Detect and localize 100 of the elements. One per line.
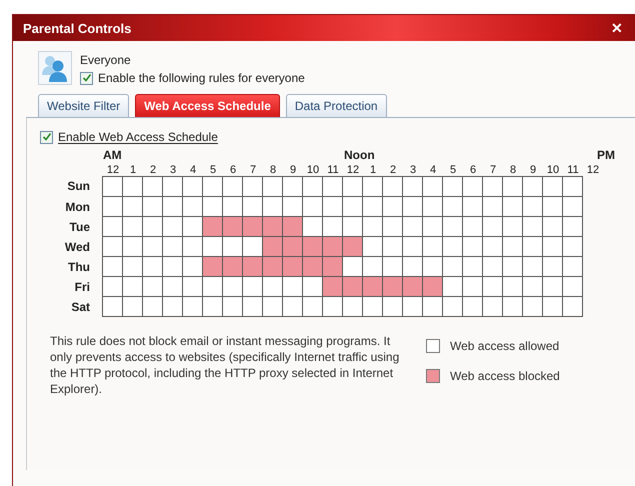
- schedule-cell[interactable]: [463, 237, 483, 257]
- checkbox[interactable]: [80, 72, 93, 84]
- schedule-cell[interactable]: [163, 277, 183, 297]
- tab[interactable]: Data Protection: [286, 94, 387, 117]
- schedule-cell[interactable]: [343, 257, 363, 277]
- schedule-cell[interactable]: [543, 177, 563, 197]
- schedule-cell[interactable]: [323, 197, 343, 217]
- schedule-cell[interactable]: [163, 297, 183, 317]
- schedule-cell[interactable]: [483, 277, 503, 297]
- schedule-cell[interactable]: [283, 257, 303, 277]
- schedule-cell[interactable]: [223, 237, 243, 257]
- schedule-cell[interactable]: [283, 177, 303, 197]
- schedule-cell[interactable]: [323, 237, 343, 257]
- schedule-cell[interactable]: [443, 217, 463, 237]
- tab[interactable]: Website Filter: [38, 94, 130, 117]
- schedule-cell[interactable]: [483, 197, 503, 217]
- schedule-cell[interactable]: [283, 197, 303, 217]
- schedule-cell[interactable]: [463, 197, 483, 217]
- schedule-cell[interactable]: [203, 297, 223, 317]
- schedule-cell[interactable]: [363, 237, 383, 257]
- schedule-cell[interactable]: [463, 257, 483, 277]
- schedule-cell[interactable]: [263, 177, 283, 197]
- schedule-cell[interactable]: [423, 217, 443, 237]
- schedule-cell[interactable]: [323, 297, 343, 317]
- schedule-cell[interactable]: [403, 217, 423, 237]
- schedule-cell[interactable]: [183, 177, 203, 197]
- schedule-cell[interactable]: [103, 277, 123, 297]
- schedule-cell[interactable]: [383, 257, 403, 277]
- schedule-cell[interactable]: [283, 277, 303, 297]
- schedule-cell[interactable]: [303, 297, 323, 317]
- schedule-cell[interactable]: [503, 177, 523, 197]
- schedule-cell[interactable]: [163, 217, 183, 237]
- schedule-cell[interactable]: [523, 257, 543, 277]
- schedule-cell[interactable]: [343, 177, 363, 197]
- schedule-cell[interactable]: [123, 257, 143, 277]
- schedule-cell[interactable]: [503, 197, 523, 217]
- schedule-cell[interactable]: [163, 237, 183, 257]
- schedule-cell[interactable]: [103, 257, 123, 277]
- schedule-cell[interactable]: [383, 217, 403, 237]
- schedule-cell[interactable]: [103, 217, 123, 237]
- schedule-cell[interactable]: [443, 257, 463, 277]
- schedule-cell[interactable]: [443, 277, 463, 297]
- schedule-cell[interactable]: [203, 197, 223, 217]
- schedule-cell[interactable]: [483, 257, 503, 277]
- schedule-cell[interactable]: [223, 197, 243, 217]
- schedule-cell[interactable]: [563, 197, 583, 217]
- schedule-cell[interactable]: [243, 237, 263, 257]
- schedule-cell[interactable]: [243, 177, 263, 197]
- schedule-cell[interactable]: [563, 237, 583, 257]
- schedule-cell[interactable]: [543, 277, 563, 297]
- schedule-cell[interactable]: [203, 177, 223, 197]
- schedule-cell[interactable]: [143, 177, 163, 197]
- schedule-cell[interactable]: [303, 277, 323, 297]
- schedule-cell[interactable]: [443, 197, 463, 217]
- schedule-cell[interactable]: [123, 237, 143, 257]
- schedule-cell[interactable]: [543, 217, 563, 237]
- schedule-cell[interactable]: [383, 297, 403, 317]
- schedule-cell[interactable]: [483, 217, 503, 237]
- tab[interactable]: Web Access Schedule: [135, 94, 280, 117]
- schedule-cell[interactable]: [383, 237, 403, 257]
- schedule-cell[interactable]: [243, 217, 263, 237]
- schedule-cell[interactable]: [523, 177, 543, 197]
- schedule-cell[interactable]: [363, 277, 383, 297]
- schedule-cell[interactable]: [403, 257, 423, 277]
- schedule-cell[interactable]: [563, 257, 583, 277]
- schedule-cell[interactable]: [263, 237, 283, 257]
- schedule-cell[interactable]: [143, 217, 163, 237]
- schedule-cell[interactable]: [103, 297, 123, 317]
- schedule-cell[interactable]: [243, 277, 263, 297]
- schedule-cell[interactable]: [523, 277, 543, 297]
- schedule-cell[interactable]: [443, 177, 463, 197]
- schedule-cell[interactable]: [123, 217, 143, 237]
- schedule-cell[interactable]: [263, 297, 283, 317]
- schedule-cell[interactable]: [503, 297, 523, 317]
- schedule-cell[interactable]: [503, 237, 523, 257]
- schedule-cell[interactable]: [163, 177, 183, 197]
- schedule-cell[interactable]: [303, 197, 323, 217]
- schedule-cell[interactable]: [183, 297, 203, 317]
- schedule-cell[interactable]: [563, 277, 583, 297]
- schedule-cell[interactable]: [183, 197, 203, 217]
- schedule-cell[interactable]: [403, 177, 423, 197]
- schedule-cell[interactable]: [303, 237, 323, 257]
- schedule-cell[interactable]: [423, 177, 443, 197]
- schedule-cell[interactable]: [483, 297, 503, 317]
- schedule-cell[interactable]: [403, 277, 423, 297]
- schedule-cell[interactable]: [263, 217, 283, 237]
- schedule-cell[interactable]: [543, 297, 563, 317]
- schedule-cell[interactable]: [103, 177, 123, 197]
- schedule-cell[interactable]: [343, 197, 363, 217]
- schedule-cell[interactable]: [543, 237, 563, 257]
- schedule-cell[interactable]: [503, 277, 523, 297]
- schedule-cell[interactable]: [403, 297, 423, 317]
- schedule-cell[interactable]: [323, 177, 343, 197]
- schedule-cell[interactable]: [423, 197, 443, 217]
- schedule-cell[interactable]: [223, 177, 243, 197]
- schedule-cell[interactable]: [423, 297, 443, 317]
- schedule-cell[interactable]: [143, 277, 163, 297]
- schedule-cell[interactable]: [123, 197, 143, 217]
- schedule-cell[interactable]: [283, 297, 303, 317]
- schedule-cell[interactable]: [123, 177, 143, 197]
